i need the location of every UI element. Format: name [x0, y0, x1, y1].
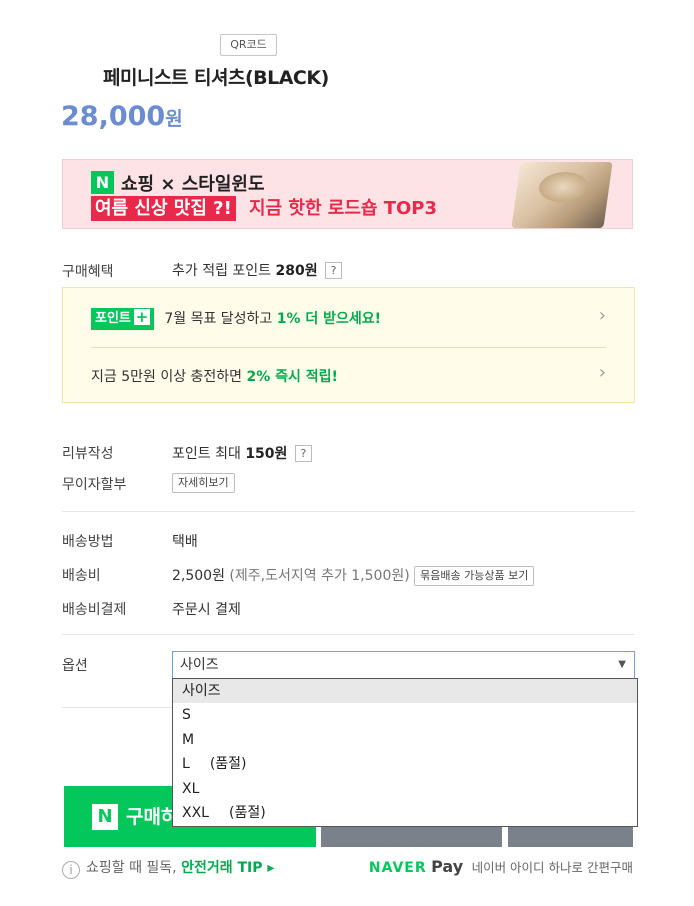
- safe-trade-tip-link[interactable]: 안전거래 TIP ▸: [181, 860, 274, 876]
- naver-pay-info: NAVER Pay 네이버 아이디 하나로 간편구매: [369, 857, 633, 876]
- point-promo-row-1[interactable]: 포인트 + 7월 목표 달성하고 1% 더 받으세요!: [91, 308, 381, 330]
- point-row2-text: 지금 5만원 이상 충전하면: [91, 369, 243, 385]
- shipping-method-label: 배송방법: [62, 534, 114, 550]
- info-icon: i: [62, 861, 80, 879]
- size-select-value: 사이즈: [180, 657, 219, 673]
- option-item[interactable]: XL: [173, 777, 637, 801]
- benefit-help-icon[interactable]: ?: [325, 262, 343, 279]
- shipping-fee-label: 배송비: [62, 568, 101, 584]
- safe-trade-text: 쇼핑할 때 필독,: [86, 860, 177, 876]
- review-amount: 150원: [245, 446, 288, 462]
- review-value: 포인트 최대 150원 ?: [172, 443, 312, 463]
- option-name: S: [182, 707, 191, 724]
- point-row1-highlight: 1% 더 받으세요!: [276, 311, 382, 327]
- chevron-right-icon[interactable]: ›: [599, 362, 606, 383]
- shipping-pay-value: 주문시 결제: [172, 602, 241, 618]
- option-item[interactable]: XXL (품절): [173, 801, 637, 825]
- qr-code-button[interactable]: QR코드: [220, 34, 277, 56]
- option-name: 사이즈: [182, 683, 221, 699]
- safe-trade-notice: i 쇼핑할 때 필독, 안전거래 TIP ▸: [62, 857, 274, 879]
- chevron-down-icon: ▼: [618, 659, 626, 670]
- benefit-prefix: 추가 적립 포인트: [172, 263, 272, 279]
- option-name: XXL: [182, 804, 209, 821]
- price-number: 28,000: [61, 101, 166, 132]
- installment-label: 무이자할부: [62, 477, 127, 493]
- review-label: 리뷰작성: [62, 446, 114, 462]
- banner-hat-image: [511, 162, 613, 228]
- point-promo-row-2[interactable]: 지금 5만원 이상 충전하면 2% 즉시 적립!: [91, 366, 338, 386]
- point-row1-text: 7월 목표 달성하고: [164, 311, 273, 327]
- option-name: M: [182, 731, 195, 748]
- option-label: 옵션: [62, 658, 88, 674]
- shipping-fee-extra: (제주,도서지역 추가 1,500원): [229, 568, 410, 584]
- point-promo-box: 포인트 + 7월 목표 달성하고 1% 더 받으세요! › 지금 5만원 이상 충…: [62, 287, 635, 403]
- option-name: L: [182, 756, 190, 773]
- divider: [62, 511, 635, 512]
- size-dropdown-list: 사이즈 S M L (품절) XL XXL (품절): [172, 678, 638, 827]
- product-price: 28,000원: [61, 101, 183, 132]
- shipping-fee-value: 2,500원 (제주,도서지역 추가 1,500원) 묶음배송 가능상품 보기: [172, 565, 535, 586]
- point-badge-label: 포인트: [95, 311, 131, 326]
- naver-logo-icon: N: [91, 171, 114, 194]
- promo-banner[interactable]: N 쇼핑 × 스타일윈도 여름 신상 맛집 ?! 지금 핫한 로드숍 TOP3: [62, 159, 633, 229]
- price-unit: 원: [165, 108, 183, 130]
- divider: [91, 347, 606, 348]
- naver-logo-icon: N: [92, 804, 118, 830]
- sold-out-note: (품절): [209, 756, 247, 773]
- shipping-method-value: 택배: [172, 534, 198, 550]
- size-select[interactable]: 사이즈 ▼: [172, 651, 635, 679]
- naver-brand-logo: NAVER: [368, 860, 427, 876]
- installment-detail-button[interactable]: 자세히보기: [172, 473, 235, 493]
- review-prefix: 포인트 최대: [172, 446, 241, 462]
- naver-pay-desc: 네이버 아이디 하나로 간편구매: [471, 860, 633, 875]
- banner-tag: 여름 신상 맛집 ?!: [91, 196, 236, 221]
- benefit-amount: 280원: [275, 263, 318, 279]
- review-help-icon[interactable]: ?: [294, 445, 312, 462]
- benefit-label: 구매혜택: [62, 264, 114, 280]
- benefit-value: 추가 적립 포인트 280원 ?: [172, 260, 343, 280]
- banner-subline: 지금 핫한 로드숍 TOP3: [249, 198, 438, 219]
- sold-out-note: (품절): [228, 804, 266, 821]
- shipping-pay-label: 배송비결제: [62, 602, 127, 618]
- option-item[interactable]: M: [173, 728, 637, 752]
- product-title: 페미니스트 티셔츠(BLACK): [103, 67, 329, 89]
- option-name: XL: [182, 780, 200, 797]
- shipping-fee-amount: 2,500원: [172, 568, 225, 584]
- pay-logo: Pay: [431, 857, 464, 876]
- option-item[interactable]: L (품절): [173, 752, 637, 776]
- option-item[interactable]: S: [173, 703, 637, 727]
- point-plus-badge: 포인트 +: [91, 308, 154, 330]
- bundle-shipping-button[interactable]: 묶음배송 가능상품 보기: [414, 566, 535, 586]
- option-item[interactable]: 사이즈: [173, 679, 637, 704]
- point-row2-highlight: 2% 즉시 적립!: [246, 369, 338, 385]
- chevron-right-icon[interactable]: ›: [599, 305, 606, 326]
- plus-icon: +: [133, 308, 150, 326]
- banner-headline: 쇼핑 × 스타일윈도: [121, 174, 265, 195]
- divider: [62, 634, 635, 635]
